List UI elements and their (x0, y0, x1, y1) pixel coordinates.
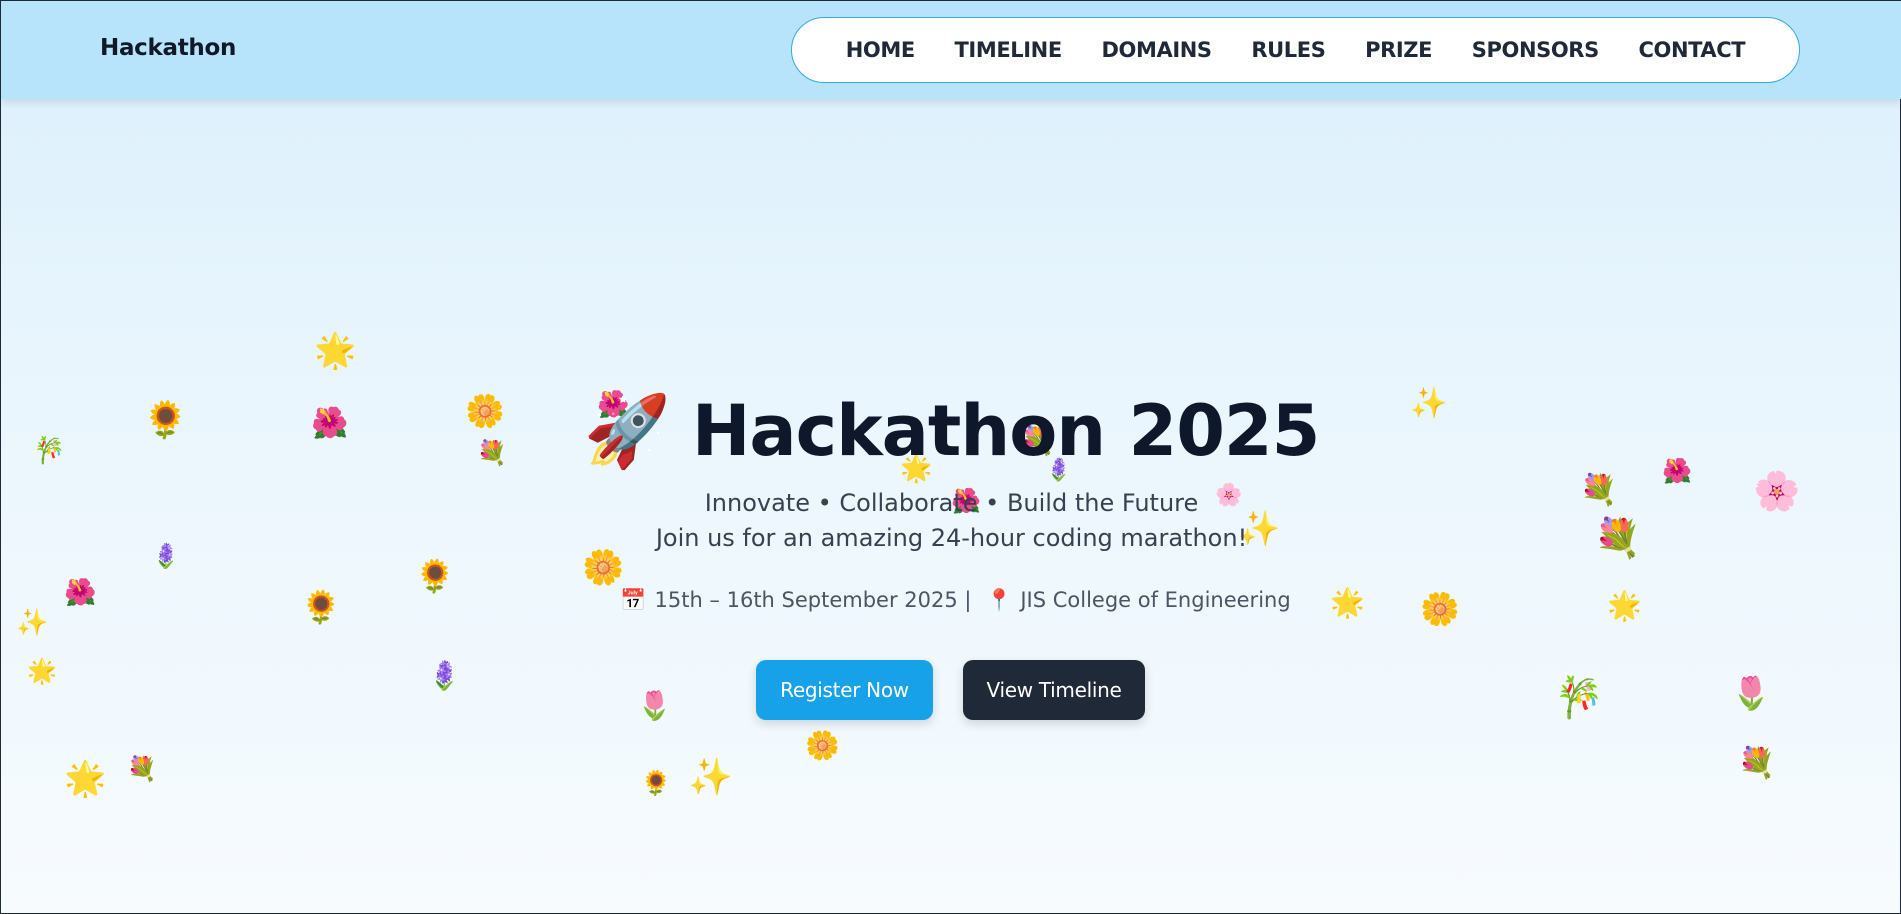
event-venue: JIS College of Engineering (1020, 588, 1291, 612)
brand-logo[interactable]: Hackathon (100, 35, 236, 61)
navbar: Hackathon HOME TIMELINE DOMAINS RULES PR… (1, 1, 1901, 99)
flower-decoration-icon: 🌷 (637, 689, 672, 722)
flower-decoration-icon: 🎋 (1554, 675, 1604, 721)
hero-title: 🚀 Hackathon 2025 (1, 383, 1901, 479)
calendar-icon: 📅 (620, 588, 647, 612)
hero-tagline: Innovate • Collaborate • Build the Futur… (704, 489, 1199, 517)
flower-decoration-icon: 🌻 (641, 769, 671, 797)
register-now-button[interactable]: Register Now (756, 660, 933, 720)
flower-decoration-icon: ✨ (688, 757, 733, 798)
flower-decoration-icon: 🌟 (314, 331, 357, 371)
nav-link-sponsors[interactable]: SPONSORS (1472, 38, 1599, 62)
flower-decoration-icon: 💐 (127, 755, 157, 783)
flower-decoration-icon: 🌷 (1731, 674, 1771, 712)
view-timeline-button[interactable]: View Timeline (963, 660, 1145, 720)
location-pin-icon: 📍 (986, 588, 1013, 612)
nav-link-home[interactable]: HOME (846, 38, 915, 62)
flower-decoration-icon: 🪻 (427, 659, 462, 692)
flower-decoration-icon: 💐 (1738, 746, 1776, 781)
event-date: 15th – 16th September 2025 | (654, 588, 972, 612)
nav-link-prize[interactable]: PRIZE (1365, 38, 1432, 62)
nav-link-rules[interactable]: RULES (1251, 38, 1325, 62)
nav-menu: HOME TIMELINE DOMAINS RULES PRIZE SPONSO… (791, 17, 1800, 83)
flower-decoration-icon: 🌟 (64, 759, 107, 799)
hero-subtitle: Join us for an amazing 24-hour coding ma… (655, 524, 1248, 552)
event-info: 📅 15th – 16th September 2025 | 📍 JIS Colle… (1, 588, 1901, 613)
nav-link-timeline[interactable]: TIMELINE (954, 38, 1062, 62)
flower-decoration-icon: 🌼 (582, 548, 625, 588)
flower-decoration-icon: 🌼 (805, 729, 840, 762)
hero-title-text: Hackathon 2025 (691, 390, 1321, 472)
flower-decoration-icon: 🌟 (27, 657, 57, 685)
nav-link-domains[interactable]: DOMAINS (1101, 38, 1212, 62)
flower-decoration-icon: ✨ (16, 608, 49, 638)
nav-link-contact[interactable]: CONTACT (1639, 38, 1746, 62)
rocket-icon: 🚀 (583, 390, 671, 472)
